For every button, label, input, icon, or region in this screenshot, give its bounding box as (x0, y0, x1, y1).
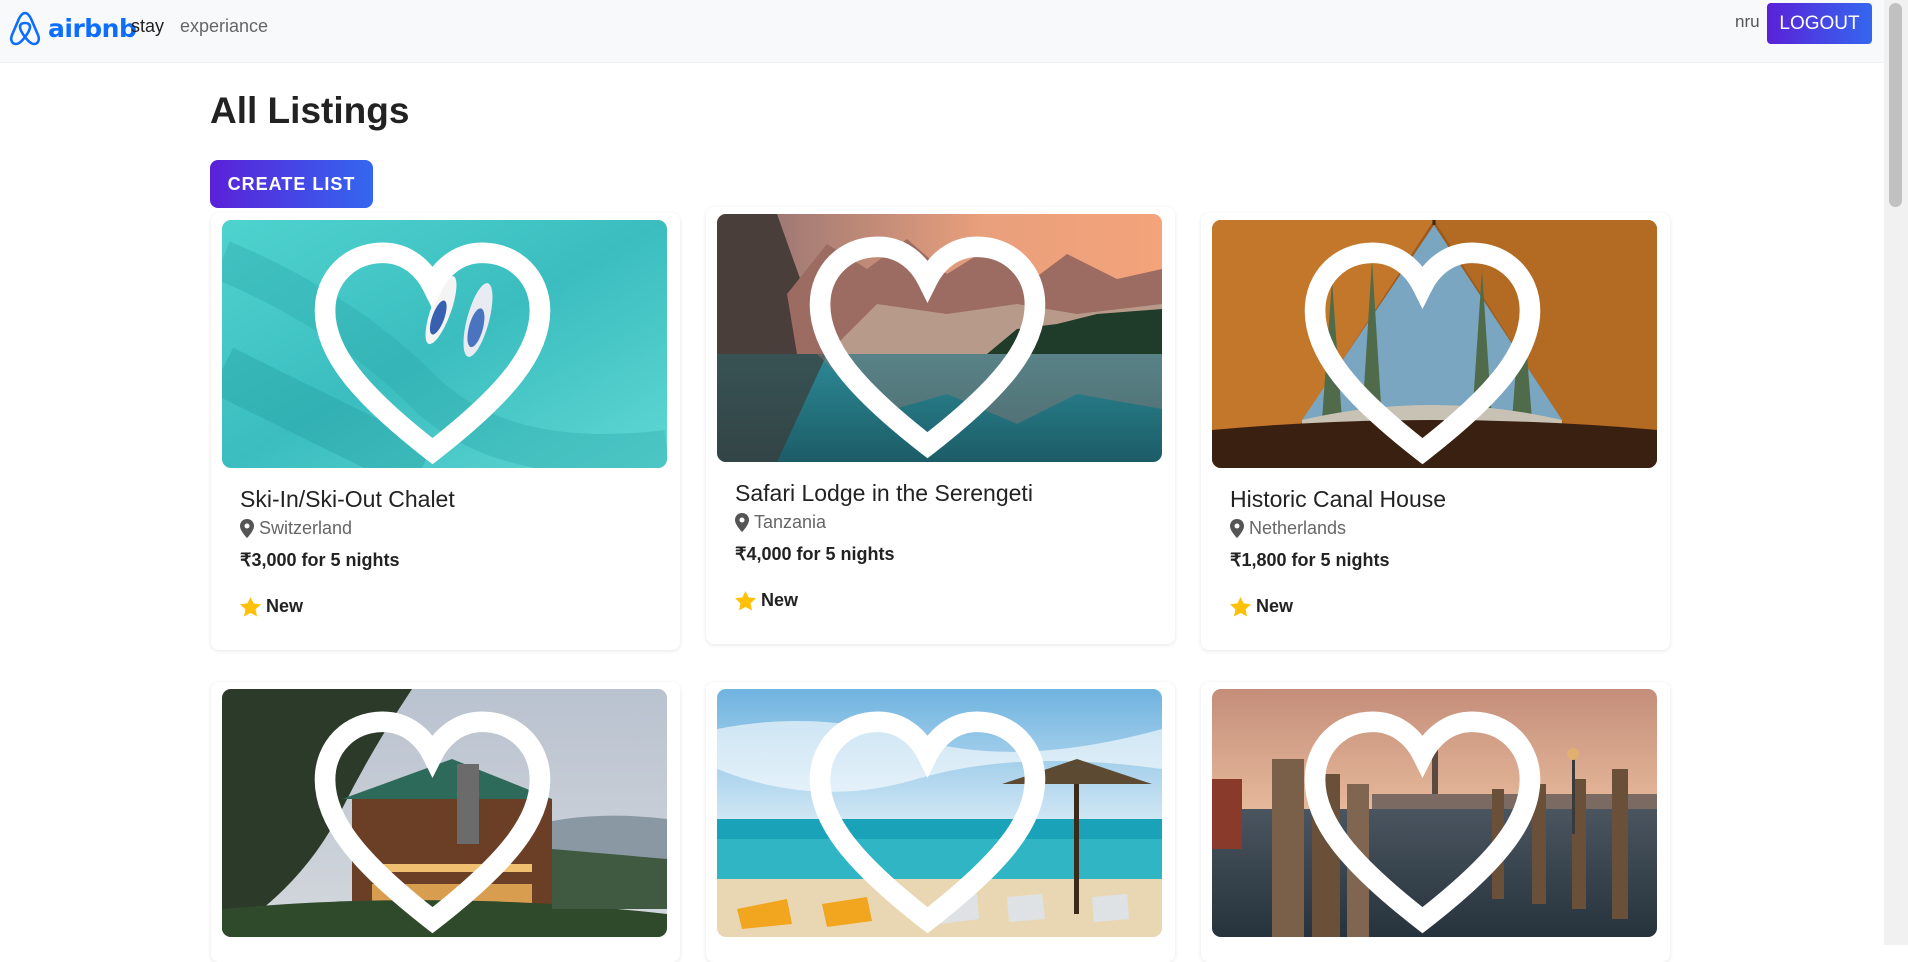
favorite-heart-icon[interactable] (1212, 697, 1645, 937)
listing-card[interactable] (211, 682, 680, 962)
brand-logo[interactable]: airbnb (8, 9, 137, 47)
star-icon (735, 590, 756, 610)
listing-price: ₹1,800 for 5 nights (1230, 550, 1390, 570)
listing-card[interactable]: Historic Canal House Netherlands ₹1,800 … (1201, 213, 1670, 650)
listing-rating-text: New (266, 596, 304, 616)
listing-rating: New (1230, 596, 1293, 617)
listing-card[interactable] (706, 682, 1175, 962)
page-scrollbar[interactable] (1884, 0, 1908, 945)
user-name: nru (1735, 12, 1760, 31)
airbnb-logo-icon (9, 11, 41, 46)
listing-image[interactable] (222, 689, 667, 937)
listing-card[interactable]: Safari Lodge in the Serengeti Tanzania ₹… (706, 207, 1175, 644)
brand-name: airbnb (48, 13, 137, 43)
page-title: All Listings (210, 90, 410, 131)
favorite-heart-icon[interactable] (717, 697, 1150, 937)
navbar: airbnb stay experiance nru LOGOUT (0, 0, 1884, 63)
listing-location-text: Netherlands (1249, 518, 1347, 538)
listing-rating-text: New (1256, 596, 1294, 616)
listing-image[interactable] (222, 220, 667, 468)
listing-card[interactable] (1201, 682, 1670, 962)
map-pin-icon (735, 513, 749, 532)
listing-title[interactable]: Historic Canal House (1230, 486, 1446, 513)
listing-card[interactable]: Ski-In/Ski-Out Chalet Switzerland ₹3,000… (211, 213, 680, 650)
star-icon (1230, 596, 1251, 616)
nav-link-stay[interactable]: stay (131, 16, 164, 37)
listing-image[interactable] (1212, 689, 1657, 937)
favorite-heart-icon[interactable] (222, 697, 655, 937)
star-icon (240, 596, 261, 616)
favorite-heart-icon[interactable] (717, 222, 1150, 462)
listing-rating: New (240, 596, 303, 617)
listing-rating-text: New (761, 590, 799, 610)
listing-location: Switzerland (240, 518, 352, 539)
listing-price: ₹3,000 for 5 nights (240, 550, 400, 570)
favorite-heart-icon[interactable] (222, 228, 655, 468)
listing-location: Netherlands (1230, 518, 1346, 539)
listing-title[interactable]: Safari Lodge in the Serengeti (735, 480, 1033, 507)
listing-location-text: Switzerland (259, 518, 353, 538)
listing-image[interactable] (717, 689, 1162, 937)
listing-image[interactable] (717, 214, 1162, 462)
logout-button[interactable]: LOGOUT (1767, 3, 1872, 44)
listing-title[interactable]: Ski-In/Ski-Out Chalet (240, 486, 455, 513)
create-list-button[interactable]: CREATE LIST (210, 160, 373, 208)
listing-price: ₹4,000 for 5 nights (735, 544, 895, 564)
listing-image[interactable] (1212, 220, 1657, 468)
scrollbar-thumb[interactable] (1889, 3, 1902, 207)
nav-link-experiance[interactable]: experiance (180, 16, 268, 37)
listing-location: Tanzania (735, 512, 826, 533)
listing-location-text: Tanzania (754, 512, 827, 532)
map-pin-icon (1230, 519, 1244, 538)
favorite-heart-icon[interactable] (1212, 228, 1645, 468)
map-pin-icon (240, 519, 254, 538)
listing-rating: New (735, 590, 798, 611)
